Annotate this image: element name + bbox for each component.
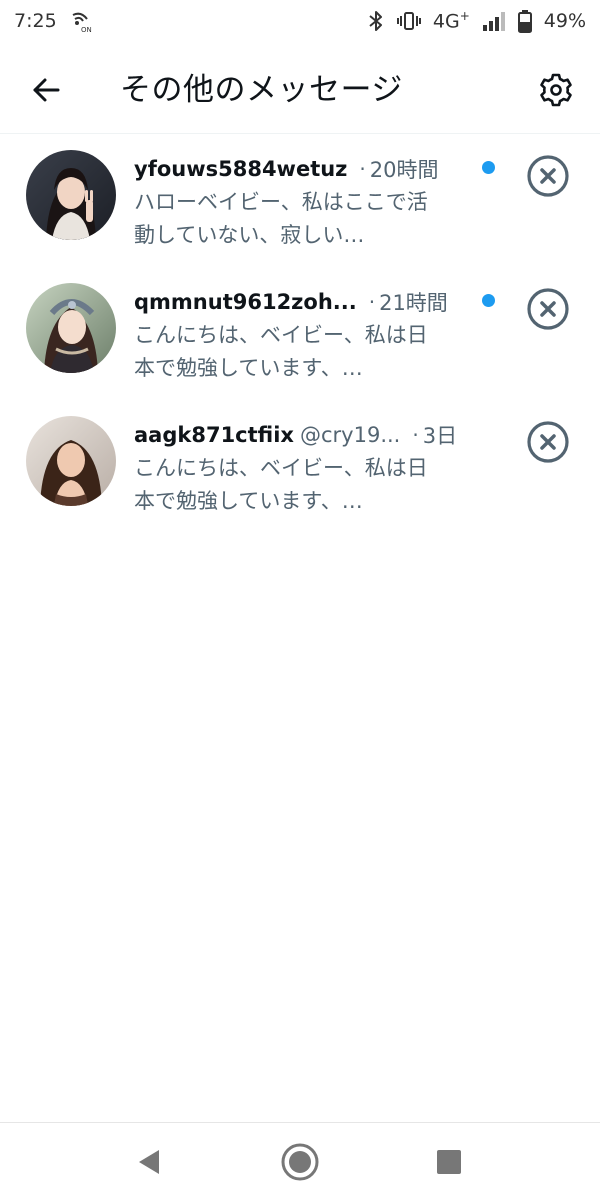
message-header-row: yfouws5884wetuz · 20時間 — [134, 152, 504, 186]
dismiss-button[interactable] — [524, 285, 572, 333]
avatar[interactable] — [26, 283, 116, 373]
sender-name: aagk871ctfiix — [134, 423, 294, 447]
nav-back-button[interactable] — [126, 1139, 172, 1185]
separator: · — [359, 157, 366, 181]
dismiss-button[interactable] — [524, 152, 572, 200]
system-nav-bar — [0, 1122, 600, 1201]
network-type: 4G+ — [432, 9, 470, 33]
separator: · — [368, 290, 376, 314]
nfc-label: ON — [81, 26, 92, 33]
message-time: 3日 — [422, 424, 458, 448]
avatar-photo-2 — [26, 283, 116, 373]
bluetooth-icon — [367, 10, 385, 32]
nav-recents-icon — [437, 1150, 461, 1174]
message-preview: こんにちは、ベイビー、私は日本で勉強しています、… — [134, 323, 428, 380]
header: その他のメッセージ — [0, 42, 600, 134]
list-item[interactable]: qmmnut9612zoh... · 21時間 こんにちは、ベイビー、私は日本で… — [0, 267, 600, 400]
status-time: 7:25 — [14, 10, 57, 32]
nav-home-button[interactable] — [277, 1139, 323, 1185]
page-title: その他のメッセージ — [120, 72, 403, 108]
nav-back-icon — [139, 1150, 159, 1174]
message-content: qmmnut9612zoh... · 21時間 こんにちは、ベイビー、私は日本で… — [134, 285, 504, 385]
list-item[interactable]: aagk871ctfiix @cry19... · 3日 こんにちは、ベイビー、… — [0, 400, 600, 533]
unread-indicator — [482, 294, 495, 307]
close-circle-icon — [527, 155, 569, 197]
message-header-row: qmmnut9612zoh... · 21時間 — [134, 285, 504, 319]
avatar[interactable] — [26, 150, 116, 240]
unread-indicator — [482, 161, 495, 174]
message-preview: ハローベイビー、私はここで活動していない、寂しい… — [134, 190, 428, 247]
message-header-row: aagk871ctfiix @cry19... · 3日 — [134, 418, 504, 452]
gear-icon — [540, 73, 572, 107]
separator: · — [412, 423, 419, 447]
back-button[interactable] — [22, 66, 70, 114]
message-time: 21時間 — [379, 291, 448, 315]
avatar[interactable] — [26, 416, 116, 506]
dismiss-button[interactable] — [524, 418, 572, 466]
signal-icon — [482, 10, 506, 32]
avatar-photo-3 — [26, 416, 116, 506]
settings-button[interactable] — [532, 66, 580, 114]
nav-recents-button[interactable] — [426, 1139, 472, 1185]
avatar-photo-1 — [26, 150, 116, 240]
close-circle-icon — [527, 421, 569, 463]
list-item[interactable]: yfouws5884wetuz · 20時間 ハローベイビー、私はここで活動して… — [0, 134, 600, 267]
nfc-on-icon: ON — [69, 9, 93, 33]
close-circle-icon — [527, 288, 569, 330]
sender-name: qmmnut9612zoh... — [134, 290, 357, 314]
sender-name: yfouws5884wetuz — [134, 157, 348, 181]
status-bar: 7:25 ON 4G+ 49% — [0, 0, 600, 42]
vibrate-icon — [396, 10, 421, 32]
message-content: aagk871ctfiix @cry19... · 3日 こんにちは、ベイビー、… — [134, 418, 504, 518]
message-request-list: yfouws5884wetuz · 20時間 ハローベイビー、私はここで活動して… — [0, 134, 600, 533]
battery-percent: 49% — [543, 10, 586, 32]
message-content: yfouws5884wetuz · 20時間 ハローベイビー、私はここで活動して… — [134, 152, 504, 252]
battery-icon — [517, 9, 532, 33]
message-preview: こんにちは、ベイビー、私は日本で勉強しています、… — [134, 456, 428, 513]
back-arrow-icon — [33, 78, 60, 102]
sender-handle: @cry19... — [299, 423, 401, 447]
message-time: 20時間 — [369, 158, 439, 182]
nav-home-icon — [281, 1143, 319, 1181]
